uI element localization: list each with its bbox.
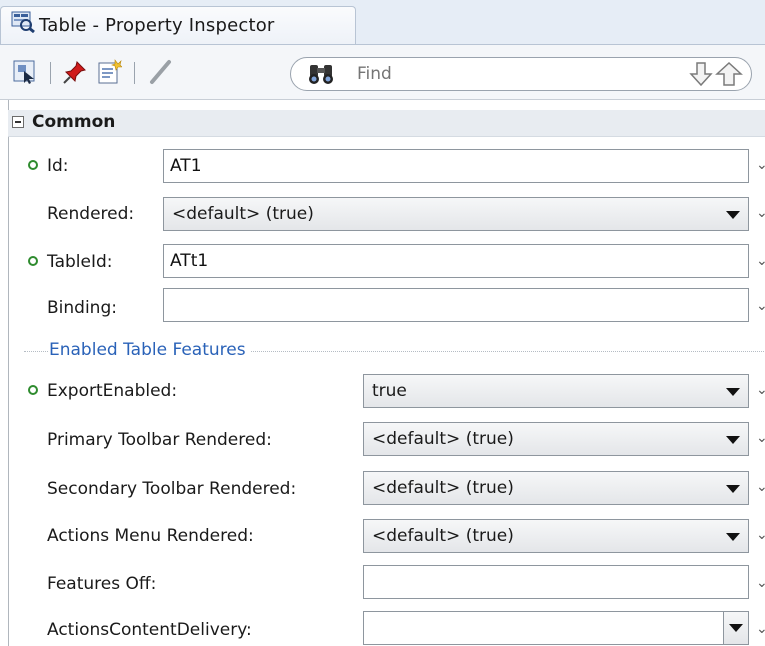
search-box[interactable] — [290, 57, 752, 91]
section-title: Common — [32, 112, 116, 132]
actions-menu-label: Actions Menu Rendered: — [47, 526, 254, 546]
chevron-down-icon[interactable]: ⌄ — [756, 205, 765, 221]
chevron-down-icon[interactable]: ⌄ — [756, 621, 765, 637]
dropdown-arrow-icon — [726, 485, 740, 493]
tab-title: Table - Property Inspector — [39, 15, 275, 36]
modified-indicator-icon — [28, 160, 38, 170]
property-inspector-icon — [11, 11, 35, 33]
pencil-icon[interactable] — [148, 59, 174, 85]
toolbar — [0, 44, 765, 100]
chevron-down-icon[interactable]: ⌄ — [756, 157, 765, 173]
features-off-label: Features Off: — [47, 574, 157, 594]
chevron-down-icon[interactable]: ⌄ — [756, 575, 765, 591]
id-field[interactable]: AT1 — [163, 149, 749, 183]
chevron-down-icon[interactable]: ⌄ — [756, 298, 765, 314]
actions-content-delivery-label: ActionsContentDelivery: — [47, 620, 252, 640]
modified-indicator-icon — [28, 256, 38, 266]
dropdown-arrow-icon[interactable] — [723, 612, 748, 644]
pin-icon[interactable] — [62, 59, 88, 85]
select-in-structure-icon[interactable] — [12, 59, 38, 85]
group-title: Enabled Table Features — [49, 340, 250, 360]
edit-icon[interactable] — [96, 59, 122, 85]
find-next-icon[interactable] — [689, 61, 713, 87]
chevron-down-icon[interactable]: ⌄ — [756, 430, 765, 446]
exportenabled-label: ExportEnabled: — [47, 381, 178, 401]
actions-menu-select[interactable]: <default> (true) — [363, 519, 749, 553]
rendered-value: <default> (true) — [172, 204, 314, 224]
chevron-down-icon[interactable]: ⌄ — [756, 527, 765, 543]
panel-border — [8, 100, 9, 646]
tableid-label: TableId: — [47, 252, 113, 272]
chevron-down-icon[interactable]: ⌄ — [756, 479, 765, 495]
secondary-toolbar-select[interactable]: <default> (true) — [363, 471, 749, 505]
toolbar-separator — [50, 62, 51, 84]
find-previous-icon[interactable] — [715, 61, 743, 87]
dropdown-arrow-icon — [726, 211, 740, 219]
modified-indicator-icon — [28, 385, 38, 395]
actions-menu-value: <default> (true) — [372, 526, 514, 546]
toolbar-separator — [134, 62, 135, 84]
search-input[interactable] — [357, 62, 637, 86]
primary-toolbar-select[interactable]: <default> (true) — [363, 422, 749, 456]
binoculars-icon — [309, 65, 333, 84]
tab-property-inspector[interactable]: Table - Property Inspector — [0, 6, 356, 44]
primary-toolbar-value: <default> (true) — [372, 429, 514, 449]
features-off-field[interactable] — [363, 565, 749, 599]
secondary-toolbar-value: <default> (true) — [372, 478, 514, 498]
actions-content-delivery-combo[interactable] — [363, 611, 749, 645]
binding-label: Binding: — [47, 298, 117, 318]
secondary-toolbar-label: Secondary Toolbar Rendered: — [47, 479, 297, 499]
id-label: Id: — [47, 156, 69, 176]
chevron-down-icon[interactable]: ⌄ — [756, 253, 765, 269]
chevron-down-icon[interactable]: ⌄ — [756, 382, 765, 398]
tableid-field[interactable]: ATt1 — [163, 244, 749, 278]
exportenabled-select[interactable]: true — [363, 374, 749, 408]
section-header-common[interactable]: Common — [8, 110, 765, 137]
collapse-icon[interactable] — [12, 116, 24, 128]
dropdown-arrow-icon — [726, 436, 740, 444]
primary-toolbar-label: Primary Toolbar Rendered: — [47, 430, 272, 450]
binding-field[interactable] — [163, 288, 749, 322]
exportenabled-value: true — [372, 381, 407, 401]
rendered-label: Rendered: — [47, 204, 135, 224]
dropdown-arrow-icon — [726, 533, 740, 541]
rendered-select[interactable]: <default> (true) — [163, 197, 749, 231]
dropdown-arrow-icon — [726, 388, 740, 396]
